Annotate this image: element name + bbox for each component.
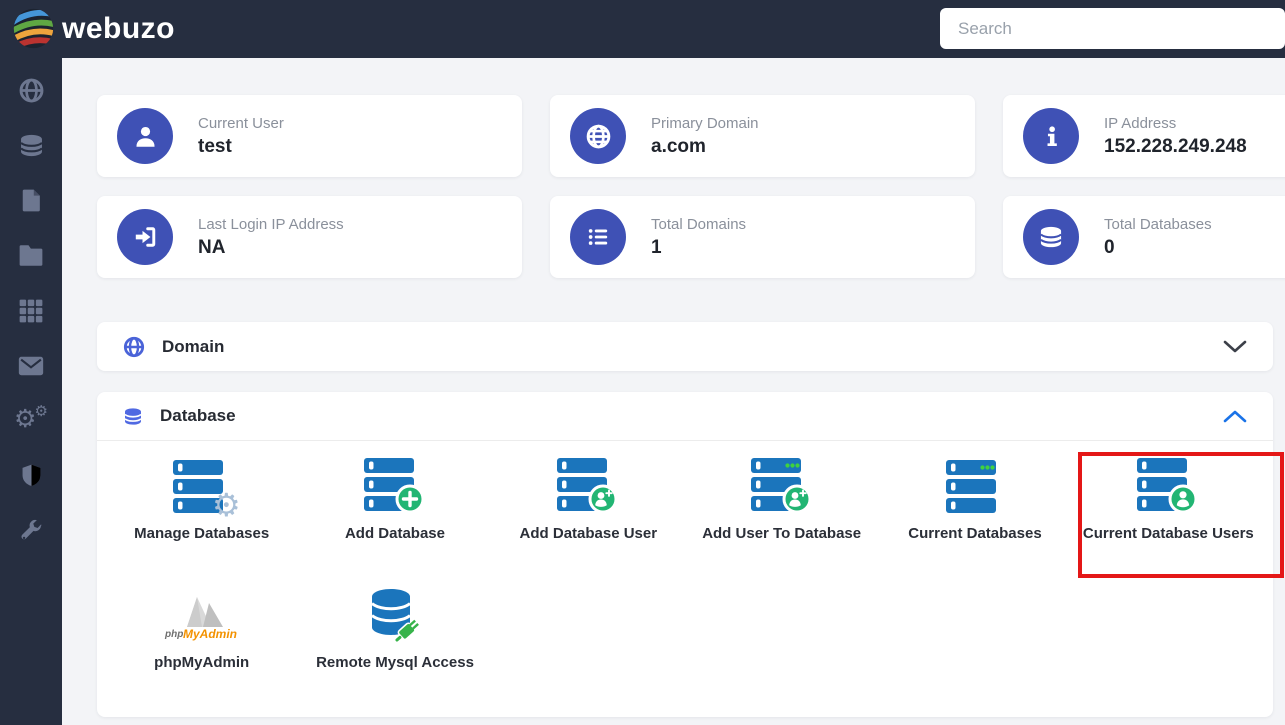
card-value: test [198,135,232,157]
card-primary-domain: Primary Domain a.com [550,95,975,177]
card-total-domains: Total Domains 1 [550,196,975,278]
database-icon [124,407,142,425]
globe-icon [19,78,43,103]
chevron-up-icon[interactable] [1223,410,1247,423]
card-last-login-ip: Last Login IP Address NA [97,196,522,278]
sidebar-item-apps[interactable] [0,283,62,338]
folder-icon [19,245,43,266]
svg-text:php: php [164,629,183,640]
section-title: Database [160,406,236,425]
database-leds-icon [945,460,996,513]
gears-icon: ⚙ ⚙ [14,402,48,433]
info-icon [1023,108,1079,164]
file-icon [22,189,40,212]
mail-icon [18,356,44,375]
database-plus-icon [363,458,425,514]
tool-label: Remote Mysql Access [316,653,474,671]
card-label: IP Address [1104,114,1177,132]
card-label: Current User [198,114,284,132]
tool-label: Current Databases [908,525,1042,542]
tool-add-user-to-database[interactable]: Add User To Database [685,452,878,545]
webuzo-sphere-icon [13,8,54,49]
topbar: webuzo [0,0,1285,58]
card-label: Total Domains [651,215,747,233]
shield-icon [22,464,40,486]
section-database: Database ⚙ Manage Databases Add Database… [97,392,1273,717]
main-content: Current User test Primary Domain a.com I [62,58,1285,725]
database-user-plus-icon [557,458,618,514]
wrench-icon [21,519,42,539]
domain-accordion-header[interactable]: Domain [97,322,1273,371]
database-accordion-header[interactable]: Database [97,392,1273,441]
sidebar-item-email[interactable] [0,338,62,393]
database-icon [1023,209,1079,265]
card-total-databases: Total Databases 0 [1003,196,1285,278]
card-value: 152.228.249.248 [1104,135,1247,157]
webuzo-logo[interactable]: webuzo [12,7,175,50]
tool-label: Add User To Database [702,525,862,542]
sidebar-item-domains[interactable] [0,63,62,118]
tool-add-database-user[interactable]: Add Database User [492,452,685,545]
globe-icon [570,108,626,164]
phpmyadmin-logo: php MyAdmin [164,596,237,641]
sidebar-item-tools[interactable] [0,503,62,558]
database-user-icon [1137,458,1198,514]
tool-add-database[interactable]: Add Database [298,452,491,545]
tool-current-databases[interactable]: Current Databases [878,452,1071,545]
card-current-user: Current User test [97,95,522,177]
sidebar: ⚙ ⚙ [0,58,62,725]
tool-label: phpMyAdmin [154,653,250,671]
list-icon [570,209,626,265]
tool-label: Current Database Users [1082,525,1254,542]
database-plug-icon [371,588,419,642]
svg-text:MyAdmin: MyAdmin [183,627,237,641]
card-label: Last Login IP Address [198,215,344,233]
tool-label: Add Database [344,525,445,542]
tool-label: Manage Databases [134,525,270,542]
gear-icon: ⚙ [211,487,241,523]
tool-phpmyadmin[interactable]: php MyAdmin phpMyAdmin [105,581,298,674]
sidebar-item-settings[interactable]: ⚙ ⚙ [0,393,62,448]
section-domain: Domain [97,322,1273,371]
card-value: 0 [1104,236,1115,258]
card-value: NA [198,236,226,258]
sidebar-item-files[interactable] [0,173,62,228]
user-icon [117,108,173,164]
sign-in-icon [117,209,173,265]
card-value: 1 [651,236,662,258]
card-label: Primary Domain [651,114,759,132]
card-value: a.com [651,135,706,157]
database-icon [19,134,43,157]
card-ip-address: IP Address 152.228.249.248 [1003,95,1285,177]
database-tools-grid: ⚙ Manage Databases Add Database Add Data… [105,452,1265,674]
brand-name: webuzo [62,11,175,45]
tool-label: Add Database User [519,525,658,542]
tool-remote-mysql-access[interactable]: Remote Mysql Access [298,581,491,674]
globe-icon [123,336,145,357]
tool-current-database-users[interactable]: Current Database Users [1072,452,1265,545]
section-title: Domain [162,336,225,356]
grid-icon [19,299,43,322]
tool-manage-databases[interactable]: ⚙ Manage Databases [105,452,298,545]
sidebar-item-databases[interactable] [0,118,62,173]
sidebar-item-security[interactable] [0,448,62,503]
sidebar-item-folders[interactable] [0,228,62,283]
chevron-down-icon[interactable] [1223,340,1247,353]
card-label: Total Databases [1104,215,1212,233]
search-input[interactable] [940,8,1285,49]
database-leds-user-plus-icon [750,458,812,514]
